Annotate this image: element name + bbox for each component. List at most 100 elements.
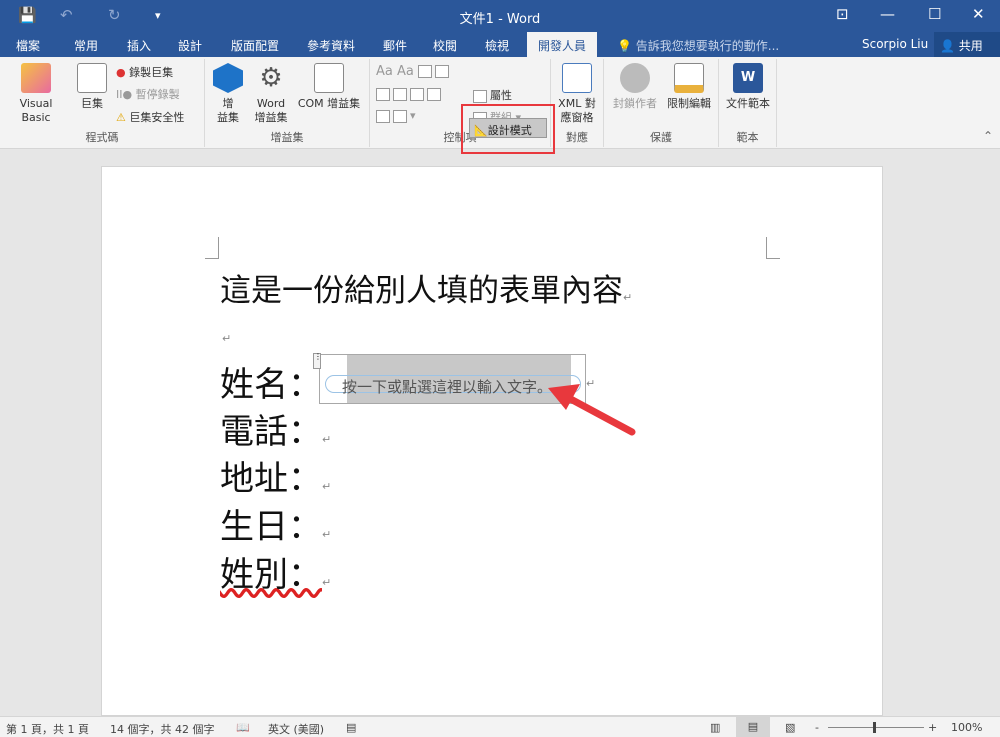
field-gender-label: 姓別：↵ [220,555,332,595]
print-layout-icon[interactable]: ▤ [736,717,770,737]
group-code: Visual Basic 巨集 ● 錄製巨集 II● 暫停錄製 ⚠ 巨集安全性 … [0,59,205,147]
word-addins-button[interactable]: ⚙ Word 增益集 [251,63,291,125]
word-addins-label: Word 增益集 [254,97,288,124]
zoom-level[interactable]: 100% [951,721,982,734]
page-count[interactable]: 第 1 頁，共 1 頁 [6,721,89,737]
com-addins-icon [314,63,344,93]
restrict-editing-label: 限制編輯 [667,97,711,110]
properties-button[interactable]: 屬性 [473,87,512,103]
tab-view[interactable]: 檢視 [485,37,509,54]
read-mode-icon[interactable]: ▥ [710,721,720,734]
window-title: 文件1 - Word [459,12,541,27]
text-controls[interactable]: Aa Aa [376,64,452,79]
block-authors-button[interactable]: 封鎖作者 [608,63,662,111]
xml-mapping-label: XML 對 應窗格 [558,97,596,124]
title-bar: 💾 ↶ ↻ ▾ 文件1 - Word ⊡ — ☐ ✕ [0,0,1000,32]
zoom-slider-thumb[interactable] [873,722,876,733]
tab-layout[interactable]: 版面配置 [231,37,279,54]
visual-basic-label: Visual Basic [19,97,53,124]
word-document-icon: W [733,63,763,93]
group-label: 範本 [736,131,759,144]
visual-basic-button[interactable]: Visual Basic [4,63,68,125]
tab-references[interactable]: 參考資料 [307,37,355,54]
control-handle[interactable]: ⋮ [313,353,322,369]
xml-mapping-button[interactable]: XML 對 應窗格 [554,63,600,125]
record-macro-label: 錄製巨集 [129,66,174,79]
macro-security-button[interactable]: ⚠ 巨集安全性 [116,109,184,125]
xml-mapping-icon [562,63,592,93]
pause-icon: II● [116,88,133,101]
macros-icon [77,63,107,93]
com-addins-button[interactable]: COM 增益集 [293,63,365,111]
tab-developer[interactable]: 開發人員 [527,32,598,57]
warning-icon: ⚠ [116,111,126,124]
visual-basic-icon [21,63,51,93]
minimize-icon[interactable]: — [880,5,895,23]
user-name[interactable]: Scorpio Liu [862,37,928,51]
addins-label: 增 益集 [217,97,239,124]
group-label: 保護 [650,131,672,144]
document-template-label: 文件範本 [726,97,770,110]
group-label: 對應 [566,131,588,144]
macros-button[interactable]: 巨集 [74,63,110,111]
tab-insert[interactable]: 插入 [127,37,151,54]
checkbox-controls[interactable] [376,87,444,101]
restrict-editing-button[interactable]: 限制編輯 [662,63,716,111]
pause-recording-label: 暫停錄製 [135,88,180,101]
zoom-out-button[interactable]: - [815,721,819,734]
ribbon-tabs: 檔案 常用 插入 設計 版面配置 參考資料 郵件 校閱 檢視 開發人員 💡 告訴… [0,32,1000,57]
highlight-box [461,104,555,154]
group-label: 程式碼 [85,131,119,144]
close-icon[interactable]: ✕ [972,5,985,23]
lock-document-icon [674,63,704,93]
tab-mailings[interactable]: 郵件 [383,37,407,54]
field-birthday-label: 生日：↵ [220,507,332,547]
macro-record-icon[interactable]: ▤ [346,721,356,734]
addins-button[interactable]: 增 益集 [213,63,243,125]
tab-design[interactable]: 設計 [178,37,202,54]
group-addins: 增 益集 ⚙ Word 增益集 COM 增益集 增益集 [205,59,370,147]
block-authors-icon [620,63,650,93]
zoom-slider[interactable] [828,722,924,733]
document-title[interactable]: 這是一份給別人填的表單內容↵ [220,265,632,310]
placeholder-text[interactable]: 按一下或點選這裡以輸入文字。 [342,376,552,397]
ribbon: Visual Basic 巨集 ● 錄製巨集 II● 暫停錄製 ⚠ 巨集安全性 … [0,57,1000,154]
language[interactable]: 英文 (美國) [268,721,324,737]
status-bar: 第 1 頁，共 1 頁 14 個字，共 42 個字 📖 英文 (美國) ▤ ▥ … [0,716,1000,737]
collapse-ribbon-icon[interactable]: ⌃ [983,129,993,143]
properties-label: 屬性 [490,89,512,102]
gear-icon: ⚙ [259,63,283,93]
record-icon: ● [116,66,126,79]
crop-mark [766,237,780,259]
crop-mark [205,237,219,259]
macros-label: 巨集 [81,97,103,110]
tab-review[interactable]: 校閱 [433,37,457,54]
record-macro-button[interactable]: ● 錄製巨集 [116,64,173,80]
share-label: 共用 [958,39,983,53]
field-phone-label: 電話：↵ [220,412,332,452]
field-address-label: 地址：↵ [220,459,332,499]
properties-icon [473,89,487,103]
tell-me-search[interactable]: 💡 告訴我您想要執行的動作... [617,37,779,54]
block-authors-label: 封鎖作者 [613,97,657,110]
tell-me-text: 告訴我您想要執行的動作... [635,39,780,53]
ribbon-display-icon[interactable]: ⊡ [836,5,849,23]
web-layout-icon[interactable]: ▧ [785,721,795,734]
group-label: 增益集 [270,131,304,144]
proofing-icon[interactable]: 📖 [236,721,250,734]
word-count[interactable]: 14 個字，共 42 個字 [110,721,214,737]
group-templates: W 文件範本 範本 [719,59,777,147]
tab-file[interactable]: 檔案 [16,37,40,54]
share-button[interactable]: 👤 共用 [934,32,1000,57]
field-name-label: 姓名： [220,365,322,405]
document-template-button[interactable]: W 文件範本 [722,63,774,111]
legacy-controls[interactable]: ▾ [376,109,416,123]
paragraph-mark: ↵ [222,332,232,345]
pause-recording-button[interactable]: II● 暫停錄製 [116,86,180,102]
com-addins-label: COM 增益集 [297,97,361,110]
maximize-icon[interactable]: ☐ [928,5,941,23]
document-page[interactable]: 這是一份給別人填的表單內容↵ ↵ 姓名： 電話：↵ 地址：↵ 生日：↵ 姓別：↵ [101,166,883,716]
tab-home[interactable]: 常用 [74,37,98,54]
zoom-in-button[interactable]: + [928,721,937,734]
group-protect: 封鎖作者 限制編輯 保護 [604,59,719,147]
